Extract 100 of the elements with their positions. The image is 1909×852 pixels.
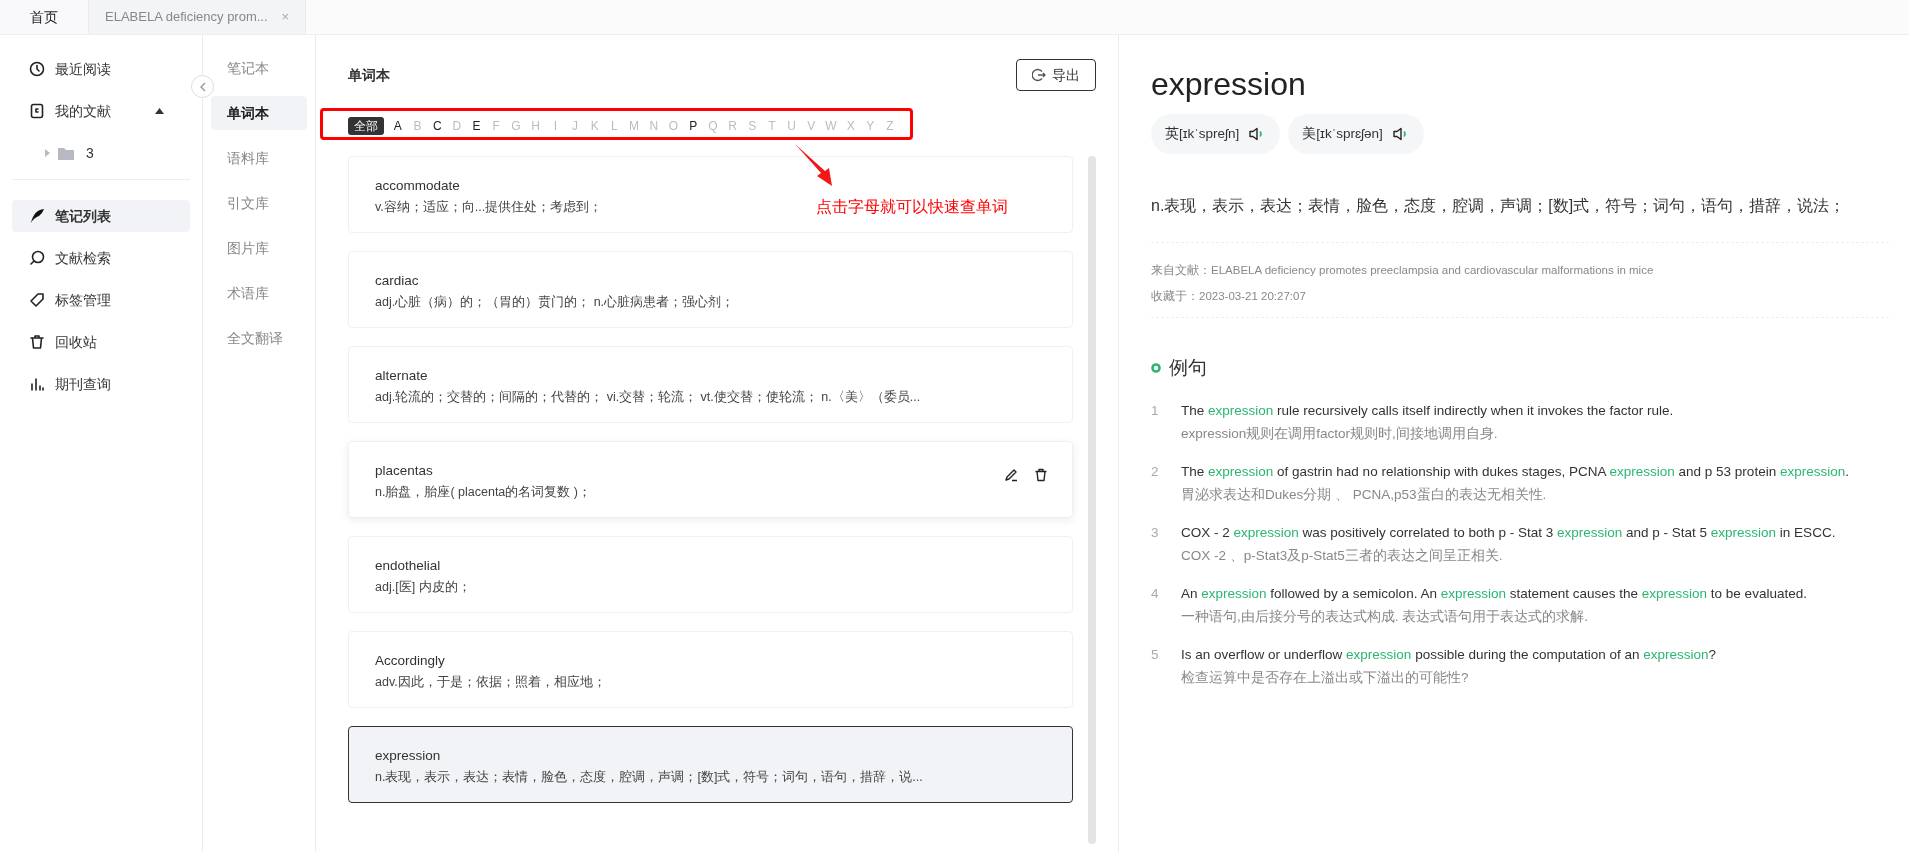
pronunciation-button[interactable]: 美[ɪkˈsprɛʃən] — [1288, 114, 1424, 154]
letter-filter[interactable]: P — [683, 117, 703, 135]
word-text: placentas — [375, 462, 433, 480]
word-text: Accordingly — [375, 652, 445, 670]
word-text: cardiac — [375, 272, 419, 290]
word-card[interactable]: Accordingly adv.因此，于是；依据；照着，相应地； — [348, 631, 1074, 708]
word-definition: adj.心脏（病）的；（胃的）贲门的； n.心脏病患者；强心剂； — [375, 294, 735, 311]
letter-filter[interactable]: F — [486, 117, 507, 135]
subnav-item[interactable]: 图片库 — [211, 231, 307, 265]
source-text: 来自文献：ELABELA deficiency promotes preeclampsia and cardiovascular malformations in mice — [1151, 263, 1655, 278]
example-number: 1 — [1151, 401, 1160, 420]
pronunciation-button[interactable]: 英[ɪkˈspreʃn] — [1151, 114, 1281, 154]
letter-filter[interactable]: W — [821, 117, 841, 135]
sidebar-item[interactable]: 我的文献 — [12, 95, 190, 127]
example-translation: 胃泌求表达和Dukes分期 、 PCNA,p53蛋白的表达无相关性. — [1181, 485, 1548, 504]
feather-icon — [29, 208, 45, 224]
bar-chart-icon — [29, 376, 45, 392]
letter-filter[interactable]: O — [663, 117, 684, 135]
word-card[interactable]: alternate adj.轮流的；交替的；间隔的；代替的； vi.交替；轮流； vt.使交替；使轮流； n.〈美〉（委员... — [348, 346, 1074, 423]
example-number: 3 — [1151, 523, 1160, 542]
close-icon[interactable]: × — [281, 7, 290, 27]
word-text: alternate — [375, 367, 428, 385]
ring-dot-icon — [1151, 363, 1161, 374]
example-sentence: Is an overflow or underflow expression possible during the computation of an expression? — [1181, 645, 1717, 664]
word-card[interactable]: cardiac adj.心脏（病）的；（胃的）贲门的； n.心脏病患者；强心剂； — [348, 251, 1074, 328]
folder-icon — [58, 146, 74, 160]
letter-filter[interactable]: A — [388, 117, 408, 135]
subnav-item[interactable]: 引文库 — [211, 186, 307, 220]
search-icon — [29, 250, 45, 266]
letter-filter[interactable]: R — [722, 117, 743, 135]
letter-filter[interactable]: E — [466, 117, 487, 135]
example-sentence: COX - 2 expression was positively correlated to both p - Stat 3 expression and p - Stat 5 expression in ESCC. — [1181, 523, 1836, 542]
letter-filter[interactable]: B — [407, 117, 428, 135]
subnav-item[interactable]: 单词本 — [211, 96, 307, 130]
section-title: 例句 — [1169, 356, 1207, 380]
letter-filter[interactable]: 全部 — [348, 117, 384, 135]
word-card[interactable]: placentas n.胎盘，胎座( placenta的名词复数 )； — [348, 441, 1074, 518]
annotation-text: 点击字母就可以快速查单词 — [816, 197, 1008, 217]
tag-icon — [29, 292, 45, 308]
sidebar-item[interactable]: 期刊查询 — [12, 368, 190, 400]
letter-filter[interactable]: T — [762, 117, 782, 135]
example-translation: 检查运算中是否存在上溢出或下溢出的可能性? — [1181, 668, 1470, 687]
word-definition: adj.轮流的；交替的；间隔的；代替的； vi.交替；轮流； vt.使交替；使轮流； n.〈美〉（委员... — [375, 389, 921, 406]
trash-icon — [1034, 468, 1049, 482]
word-definition: v.容纳；适应；向...提供住处；考虑到； — [375, 199, 603, 216]
letter-filter[interactable]: G — [506, 117, 526, 135]
letter-filter[interactable]: S — [742, 117, 763, 135]
letter-filter[interactable]: L — [604, 117, 625, 135]
document-icon — [29, 103, 45, 119]
example-number: 4 — [1151, 584, 1160, 603]
example-translation: expression规则在调用factor规则时,间接地调用自身. — [1181, 424, 1499, 443]
subnav-item[interactable]: 笔记本 — [211, 51, 307, 85]
sidebar-item[interactable]: 回收站 — [12, 326, 190, 358]
word-definition: adv.因此，于是；依据；照着，相应地； — [375, 674, 606, 691]
word-definition: n.表现，表示，表达；表情，脸色，态度，腔调，声调；[数]式，符号；词句，语句，措辞，说法； — [1151, 154, 1889, 243]
export-button[interactable]: 导出 — [1016, 59, 1096, 91]
letter-filter[interactable]: K — [584, 117, 605, 135]
word-text: accommodate — [375, 177, 460, 195]
word-card[interactable]: expression n.表现，表示，表达；表情，脸色，态度，腔调，声调；[数]式，符号；词句，语句，措辞，说... — [348, 726, 1074, 803]
scrollbar[interactable] — [1088, 156, 1096, 844]
example-sentence: An expression followed by a semicolon. An expression statement causes the expression to be evaluated. — [1181, 584, 1807, 603]
word-definition: n.胎盘，胎座( placenta的名词复数 )； — [375, 484, 591, 501]
letter-filter[interactable]: U — [781, 117, 802, 135]
example-translation: 一种语句,由后接分号的表达式构成. 表达式语句用于表达式的求解. — [1181, 607, 1589, 626]
clock-icon — [29, 61, 45, 77]
subnav-item[interactable]: 全文翻译 — [211, 321, 307, 355]
annotation-arrow — [794, 143, 834, 187]
letter-filter[interactable]: N — [643, 117, 664, 135]
letter-filter[interactable]: C — [427, 117, 448, 135]
example-sentence: The expression rule recursively calls itself indirectly when it invokes the factor rule. — [1181, 401, 1674, 420]
sidebar-item[interactable]: 最近阅读 — [12, 53, 190, 85]
page-title: 单词本 — [348, 65, 390, 85]
edit-button[interactable] — [1004, 468, 1019, 482]
tab[interactable]: ELABELA deficiency prom... × — [89, 0, 307, 34]
word-card[interactable]: endothelial adj.[医] 内皮的； — [348, 536, 1074, 613]
letter-filter[interactable]: D — [447, 117, 467, 135]
folder-item[interactable]: 3 — [12, 137, 100, 169]
subnav-item[interactable]: 术语库 — [211, 276, 307, 310]
subnav-item[interactable]: 语料库 — [211, 141, 307, 175]
letter-filter[interactable]: X — [840, 117, 861, 135]
letter-filter[interactable]: V — [801, 117, 822, 135]
letter-filter[interactable]: H — [525, 117, 546, 135]
letter-filter[interactable]: J — [565, 117, 585, 135]
letter-filter[interactable]: Z — [880, 117, 900, 135]
example-translation: COX -2 、p-Stat3及p-Stat5三者的表达之间呈正相关. — [1181, 546, 1504, 565]
letter-filter[interactable]: M — [624, 117, 644, 135]
delete-button[interactable] — [1034, 468, 1049, 482]
sidebar-item[interactable]: 笔记列表 — [12, 200, 190, 232]
sidebar-item[interactable]: 文献检索 — [12, 242, 190, 274]
letter-filter[interactable]: I — [545, 117, 566, 135]
sidebar-item[interactable]: 标签管理 — [12, 284, 190, 316]
trash-icon — [29, 334, 45, 350]
word-definition: n.表现，表示，表达；表情，脸色，态度，腔调，声调；[数]式，符号；词句，语句，措辞，说... — [375, 769, 923, 786]
letter-filter[interactable]: Q — [703, 117, 723, 135]
example-number: 5 — [1151, 645, 1160, 664]
chevron-left-icon — [198, 81, 207, 92]
example-sentence: The expression of gastrin had no relationship with dukes stages, PCNA expression and p 53 protein expression. — [1181, 462, 1849, 481]
exit-icon — [1032, 68, 1046, 82]
word-title: expression — [1151, 65, 1307, 104]
letter-filter[interactable]: Y — [860, 117, 881, 135]
